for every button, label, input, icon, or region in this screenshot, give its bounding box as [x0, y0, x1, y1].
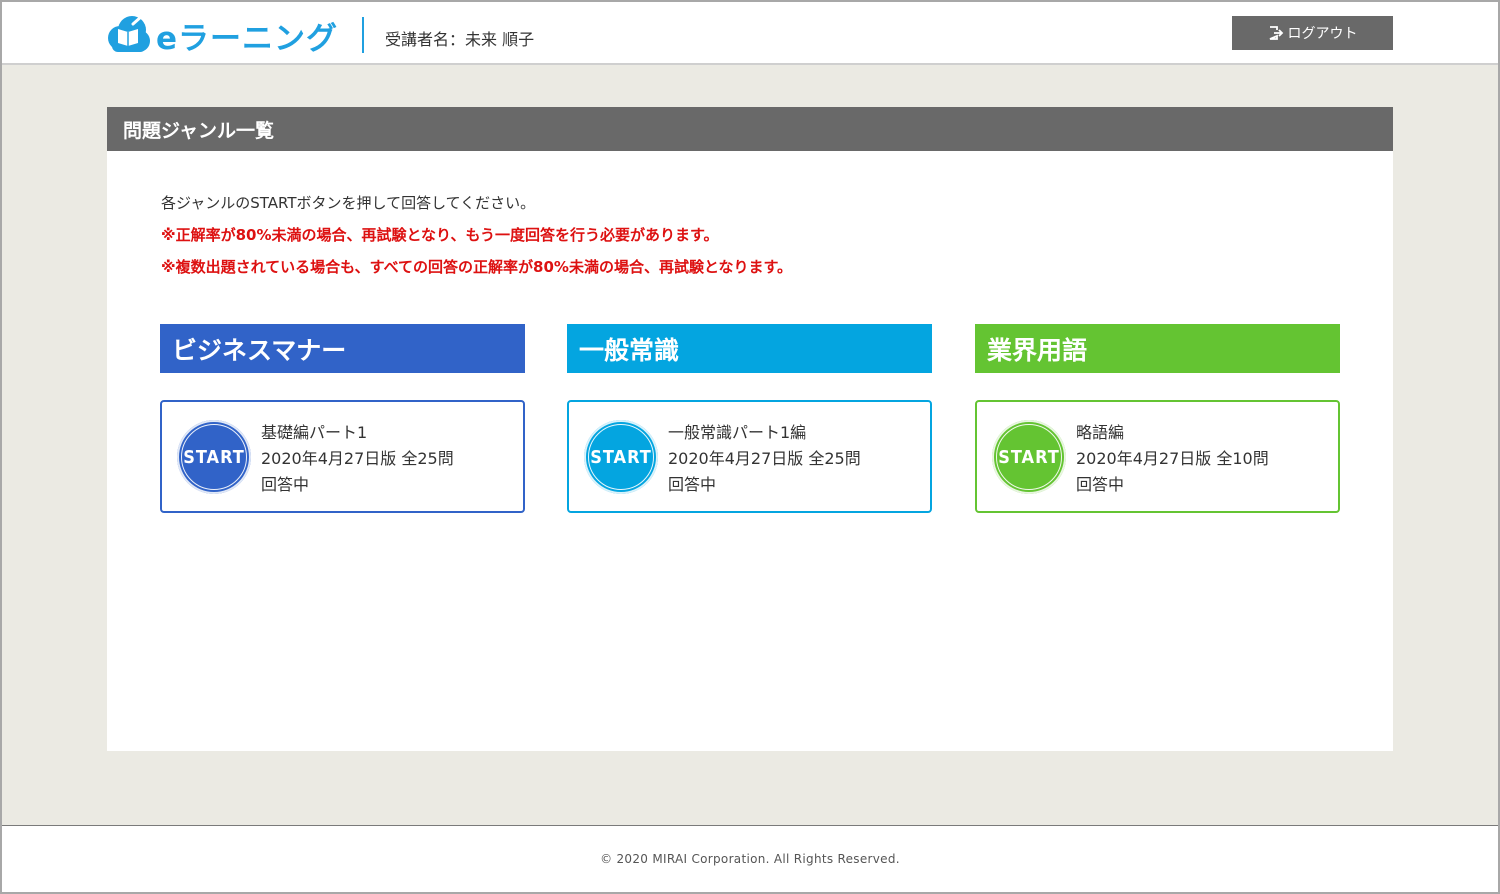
logout-icon	[1269, 26, 1283, 40]
course-title: 略語編	[1076, 423, 1125, 442]
start-button[interactable]: START	[992, 420, 1066, 494]
course-version: 2020年4月27日版 全25問	[261, 449, 454, 468]
course-status: 回答中	[1076, 475, 1125, 494]
course-info: 基礎編パート1 2020年4月27日版 全25問 回答中	[261, 420, 454, 498]
genre-industry-terms: 業界用語 START 略語編 2020年4月27日版 全10問 回答中	[975, 324, 1340, 513]
logout-label: ログアウト	[1287, 26, 1358, 42]
genre-title: 業界用語	[975, 324, 1340, 373]
course-info: 略語編 2020年4月27日版 全10問 回答中	[1076, 420, 1269, 498]
start-button[interactable]: START	[584, 420, 658, 494]
copyright: © 2020 MIRAI Corporation. All Rights Res…	[600, 852, 900, 866]
genre-title: ビジネスマナー	[160, 324, 525, 373]
genre-title: 一般常識	[567, 324, 932, 373]
course-info: 一般常識パート1編 2020年4月27日版 全25問 回答中	[668, 420, 861, 498]
warning-text-2: ※複数出題されている場合も、すべての回答の正解率が80%未満の場合、再試験となり…	[161, 258, 792, 276]
instruction-text: 各ジャンルのSTARTボタンを押して回答してください。	[161, 194, 536, 212]
course-card[interactable]: START 基礎編パート1 2020年4月27日版 全25問 回答中	[160, 400, 525, 513]
course-title: 基礎編パート1	[261, 423, 368, 442]
app-name: eラーニング	[156, 20, 339, 57]
panel-title: 問題ジャンル一覧	[107, 107, 1393, 151]
app-logo[interactable]: eラーニング	[106, 10, 338, 60]
course-card[interactable]: START 一般常識パート1編 2020年4月27日版 全25問 回答中	[567, 400, 932, 513]
footer: © 2020 MIRAI Corporation. All Rights Res…	[2, 825, 1498, 892]
cloud-book-icon	[108, 14, 150, 52]
warning-text-1: ※正解率が80%未満の場合、再試験となり、もう一度回答を行う必要があります。	[161, 226, 719, 244]
genre-general-knowledge: 一般常識 START 一般常識パート1編 2020年4月27日版 全25問 回答…	[567, 324, 932, 513]
logout-button[interactable]: ログアウト	[1232, 16, 1393, 50]
course-version: 2020年4月27日版 全25問	[668, 449, 861, 468]
course-title: 一般常識パート1編	[668, 423, 807, 442]
course-status: 回答中	[668, 475, 717, 494]
start-button[interactable]: START	[177, 420, 251, 494]
course-card[interactable]: START 略語編 2020年4月27日版 全10問 回答中	[975, 400, 1340, 513]
app-header: eラーニング 受講者名：未来 順子 ログアウト	[2, 2, 1498, 65]
genre-business-manner: ビジネスマナー START 基礎編パート1 2020年4月27日版 全25問 回…	[160, 324, 525, 513]
course-status: 回答中	[261, 475, 310, 494]
header-divider	[362, 17, 364, 53]
genre-panel: 問題ジャンル一覧 各ジャンルのSTARTボタンを押して回答してください。 ※正解…	[107, 107, 1393, 751]
learner-name: 受講者名：未来 順子	[385, 30, 535, 49]
course-version: 2020年4月27日版 全10問	[1076, 449, 1269, 468]
instructions: 各ジャンルのSTARTボタンを押して回答してください。 ※正解率が80%未満の場…	[161, 187, 792, 283]
